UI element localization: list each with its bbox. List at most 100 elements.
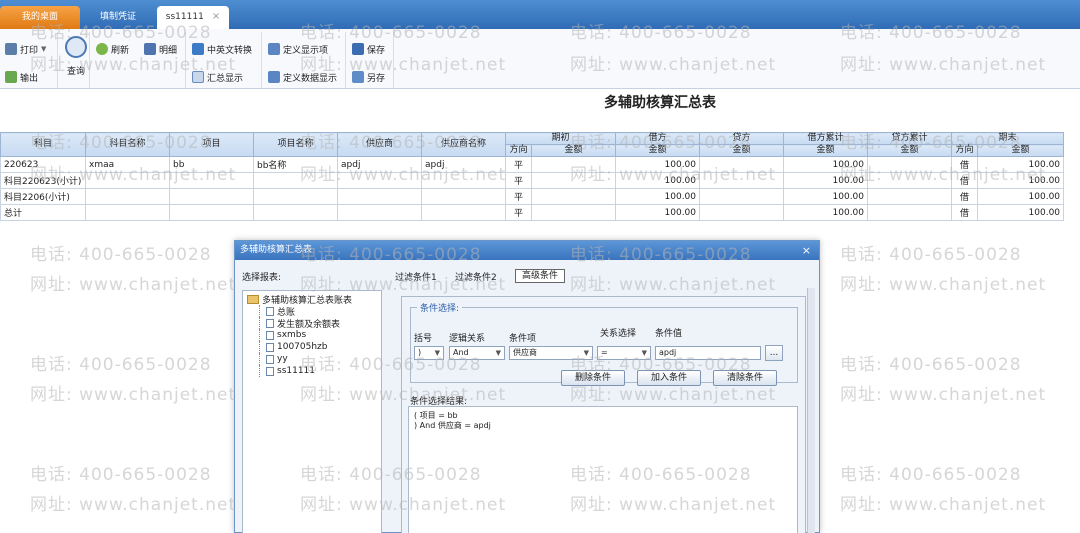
document-icon [266, 306, 274, 316]
magnifier-icon [65, 36, 87, 58]
watermark-text: 电话: 400-665-0028 [840, 245, 1022, 265]
cell-subject-name [85, 172, 170, 189]
define-display-items-button[interactable]: 定义显示项 [268, 40, 328, 58]
value-label: 条件值 [655, 329, 683, 339]
cell-close-dir: 借 [951, 188, 979, 205]
tree-items: 总账 发生额及余额表 sxmbs 100705hzb yy ss11111 [247, 305, 377, 377]
close-icon[interactable]: × [802, 241, 811, 260]
result-box[interactable]: ( 项目 = bb ) And 供应商 = apdj [408, 406, 798, 533]
tree-item[interactable]: 发生额及余额表 [259, 317, 377, 330]
export-label: 输出 [20, 73, 39, 84]
table-row[interactable]: 220623 xmaa bb bb名称 apdj apdj 平 100.00 100.00 借 10… [0, 156, 1065, 173]
cell-project [169, 204, 254, 221]
add-condition-button[interactable]: 加入条件 [637, 370, 701, 386]
tab-ss11111[interactable]: ss11111 × [157, 6, 229, 29]
col-credit-amount[interactable]: 金额 [699, 144, 785, 157]
col-debit-cum-amount[interactable]: 金额 [783, 144, 869, 157]
cell-close-amt: 100.00 [977, 188, 1065, 205]
col-closing-amount[interactable]: 金额 [977, 144, 1065, 157]
table-header-row: 科目 科目名称 项目 项目名称 供应商 供应商名称 期初 借方 贷方 借方累计 … [0, 132, 1065, 157]
summary-display-label: 汇总显示 [207, 73, 244, 84]
item-label: 条件项 [509, 334, 537, 344]
table-row[interactable]: 科目220623(小计) 平 100.00 100.00 借 100.00 [0, 172, 1065, 189]
cell-project [169, 172, 254, 189]
cell-project: bb [169, 156, 254, 173]
table-row[interactable]: 总计平 100.00 100.00 借 100.00 [0, 204, 1065, 221]
tree-root[interactable]: 多辅助核算汇总表账表 [247, 293, 377, 306]
define-data-display-button[interactable]: 定义数据显示 [268, 68, 337, 86]
cell-close-dir: 借 [951, 172, 979, 189]
toolbar: 打印 ▼ 输出 查询 刷新 明细 中英文转换 汇总显示 定义显示项 定义数据显示… [0, 29, 1080, 89]
document-icon [266, 366, 274, 376]
col-supplier-name[interactable]: 供应商名称 [421, 132, 506, 157]
cell-debit-cum: 100.00 [783, 156, 869, 173]
relation-value: = [601, 348, 608, 357]
save-button[interactable]: 保存 [352, 40, 385, 58]
table-row[interactable]: 科目2206(小计) 平 100.00 100.00 借 100.00 [0, 188, 1065, 205]
dialog-title-bar[interactable]: 多辅助核算汇总表 × [235, 241, 819, 260]
clear-condition-button[interactable]: 清除条件 [713, 370, 777, 386]
tab-desktop[interactable]: 我的桌面 [0, 6, 80, 29]
tab-voucher-entry[interactable]: 填制凭证 [82, 6, 154, 29]
col-opening-amount[interactable]: 金额 [530, 144, 617, 157]
dialog-scrollbar[interactable] [807, 288, 815, 533]
print-button[interactable]: 打印 ▼ [5, 40, 46, 58]
tree-item[interactable]: sxmbs [259, 329, 377, 341]
col-closing-direction[interactable]: 方向 [951, 144, 979, 157]
tree-item[interactable]: ss11111 [259, 365, 377, 377]
toolbar-group-refresh: 刷新 [90, 32, 138, 88]
chevron-down-icon: ▼ [434, 349, 440, 357]
col-credit-cum-amount[interactable]: 金额 [867, 144, 953, 157]
bracket-select[interactable]: ) ▼ [414, 346, 444, 360]
relation-select[interactable]: = ▼ [597, 346, 651, 360]
col-subject[interactable]: 科目 [0, 132, 86, 157]
cell-credit [699, 172, 785, 189]
summary-table: 科目 科目名称 项目 项目名称 供应商 供应商名称 期初 借方 贷方 借方累计 … [0, 132, 1065, 221]
logic-select[interactable]: And ▼ [449, 346, 505, 360]
tab-filter-2[interactable]: 过滤条件2 [455, 270, 497, 283]
delete-condition-button[interactable]: 删除条件 [561, 370, 625, 386]
col-project-name[interactable]: 项目名称 [253, 132, 338, 157]
cell-open-amt [530, 204, 617, 221]
col-opening-direction[interactable]: 方向 [505, 144, 532, 157]
cell-debit-cum: 100.00 [783, 172, 869, 189]
cell-supplier: apdj [337, 156, 422, 173]
cell-subject: 220623 [0, 156, 86, 173]
result-line-1: ( 项目 = bb [414, 411, 458, 420]
cell-project-name [253, 204, 338, 221]
cell-supplier-name [421, 204, 506, 221]
col-debit-amount[interactable]: 金额 [615, 144, 701, 157]
condition-value-input[interactable]: apdj [655, 346, 761, 360]
export-button[interactable]: 输出 [5, 68, 38, 86]
detail-label: 明细 [159, 45, 178, 56]
cell-debit: 100.00 [615, 156, 701, 173]
refresh-button[interactable]: 刷新 [96, 40, 129, 58]
tree-item[interactable]: yy [259, 353, 377, 365]
cell-debit: 100.00 [615, 172, 701, 189]
cell-project-name: bb名称 [253, 156, 338, 173]
detail-button[interactable]: 明细 [144, 40, 177, 58]
query-button[interactable]: 查询 [63, 34, 89, 84]
col-supplier[interactable]: 供应商 [337, 132, 422, 157]
save-as-button[interactable]: 另存 [352, 68, 385, 86]
condition-fieldset: 条件选择: 括号 逻辑关系 条件项 关系选择 条件值 ) ▼ And ▼ 供应商 ▼ … [410, 301, 798, 386]
col-project[interactable]: 项目 [169, 132, 254, 157]
define-data-display-label: 定义数据显示 [283, 73, 338, 84]
summary-display-button[interactable]: 汇总显示 [192, 68, 243, 86]
browse-button[interactable]: ... [765, 345, 783, 361]
col-debit-cum: 借方累计 [783, 132, 869, 145]
close-icon[interactable]: × [212, 6, 220, 28]
query-label: 查询 [66, 67, 85, 77]
tab-advanced[interactable]: 高级条件 [515, 269, 566, 283]
condition-item-select[interactable]: 供应商 ▼ [509, 346, 593, 360]
cell-project-name [253, 188, 338, 205]
tree-item[interactable]: 100705hzb [259, 341, 377, 353]
tab-filter-1[interactable]: 过滤条件1 [395, 270, 437, 283]
language-switch-button[interactable]: 中英文转换 [192, 40, 252, 58]
cell-subject-name [85, 204, 170, 221]
col-closing: 期末 [951, 132, 1065, 145]
col-subject-name[interactable]: 科目名称 [85, 132, 170, 157]
cell-open-amt [530, 188, 617, 205]
tree-item[interactable]: 总账 [259, 305, 377, 318]
result-line-2: ) And 供应商 = apdj [414, 421, 491, 430]
